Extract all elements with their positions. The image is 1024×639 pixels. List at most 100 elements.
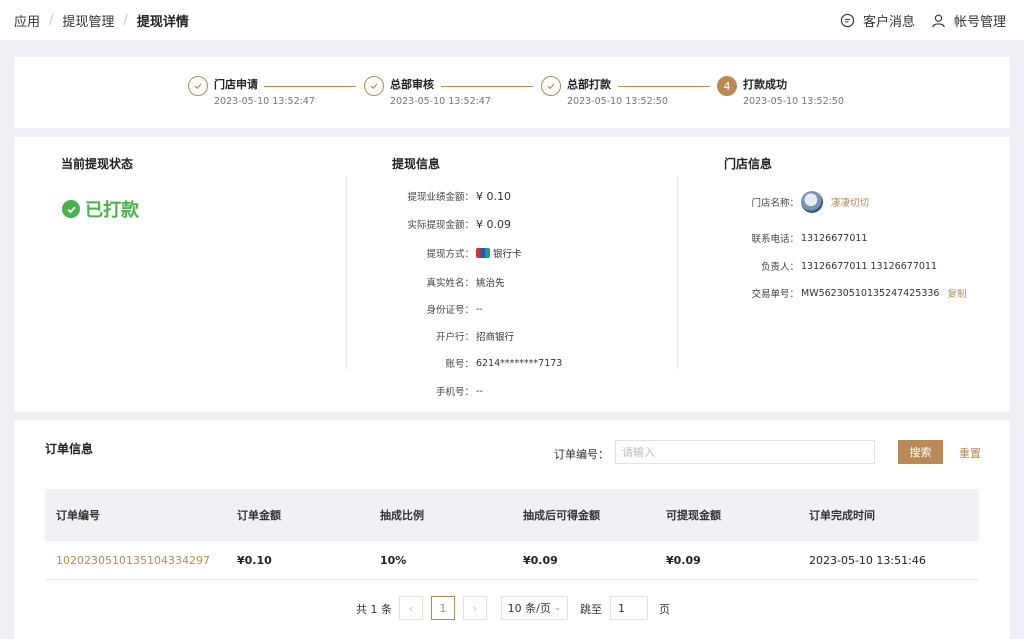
field-value: --: [476, 385, 483, 397]
step-time: 2023-05-10 13:52:47: [390, 96, 491, 107]
search-button[interactable]: 搜索: [898, 440, 943, 464]
chevron-left-icon: ‹: [408, 601, 414, 615]
withdraw-info-row: 账号： 6214********7173: [384, 356, 563, 371]
withdraw-info-row: 实际提现金额： ¥ 0.09: [384, 217, 511, 232]
orders-table: 订单编号 订单金额 抽成比例 抽成后可得金额 可提现金额 订单完成时间 1020…: [45, 489, 979, 580]
step-time: 2023-05-10 13:52:47: [214, 96, 315, 107]
breadcrumb-separator: /: [49, 12, 54, 28]
step-title: 打款成功: [743, 78, 787, 91]
page-1-button[interactable]: 1: [431, 596, 455, 620]
success-check-icon: [62, 200, 80, 218]
order-number-link[interactable]: 102023051013510433429​7: [56, 554, 210, 567]
field-label: 提现方式：: [426, 249, 474, 260]
page-size-select[interactable]: 10 条/页 ⌄: [501, 596, 568, 620]
unionpay-icon: [476, 248, 490, 258]
next-page-button[interactable]: ›: [463, 596, 487, 620]
column-header: 订单编号: [56, 509, 100, 522]
step-connector: [264, 86, 356, 87]
account-management-button[interactable]: 帐号管理: [931, 11, 1006, 30]
step-payment-success: 4 打款成功 2023-05-10 13:52:50: [717, 76, 844, 109]
status-section-title: 当前提现状态: [61, 157, 134, 171]
prev-page-button[interactable]: ‹: [399, 596, 423, 620]
page-size-value: 10 条/页: [507, 602, 551, 615]
breadcrumb-item-apps[interactable]: 应用: [14, 11, 40, 30]
table-row: 102023051013510433429​7 ¥0.10 10% ¥0.09 …: [45, 541, 979, 580]
column-divider: [346, 177, 347, 370]
store-info-row: 联系电话： 13126677011: [724, 231, 867, 246]
store-avatar: [801, 191, 823, 213]
step-connector: [618, 86, 710, 87]
orders-title: 订单信息: [45, 442, 94, 456]
column-header: 订单金额: [237, 509, 281, 522]
step-hq-review: 总部审核 2023-05-10 13:52:47: [364, 76, 491, 109]
pagination: 共 1 条 ‹ 1 › 10 条/页 ⌄ 跳至 1 页: [14, 596, 1010, 620]
order-number-input[interactable]: [615, 440, 875, 464]
order-number-label: 订单编号：: [554, 448, 609, 461]
jump-page-input[interactable]: 1: [610, 596, 648, 620]
field-label: 门店名称：: [751, 198, 799, 209]
check-icon: [541, 76, 561, 96]
field-value: 银行卡: [493, 249, 522, 260]
store-info-row: 交易单号： MW562305101352474253​36 复制: [724, 286, 966, 301]
column-header: 订单完成时间: [809, 509, 875, 522]
withdraw-info-row: 开户行： 招商银行: [384, 329, 514, 343]
field-label: 提现业绩金额：: [407, 192, 474, 203]
chevron-down-icon: ⌄: [553, 603, 562, 613]
field-value: ¥ 0.09: [476, 217, 511, 231]
chevron-right-icon: ›: [472, 601, 478, 615]
jump-label: 跳至: [580, 603, 602, 616]
step-title: 总部审核: [390, 78, 434, 91]
table-header: 订单编号 订单金额 抽成比例 抽成后可得金额 可提现金额 订单完成时间: [45, 489, 979, 541]
field-value: 姚治先: [476, 278, 505, 289]
column-divider: [677, 177, 678, 370]
column-header: 抽成后可得金额: [523, 509, 600, 522]
store-name-link[interactable]: 凄凄切切: [831, 195, 869, 209]
status-badge: 已打款: [62, 196, 139, 222]
breadcrumb: 应用 / 提现管理 / 提现详情: [14, 11, 189, 30]
field-label: 负责人：: [760, 262, 799, 273]
field-value: 招商银行: [476, 332, 515, 343]
withdraw-info-row: 身份证号： --: [384, 302, 483, 317]
field-label: 实际提现金额：: [407, 220, 474, 231]
field-value: 6214********7173: [476, 357, 563, 369]
net-amount: ¥0.09: [523, 553, 558, 567]
step-store-apply: 门店申请 2023-05-10 13:52:47: [188, 76, 315, 109]
check-icon: [364, 76, 384, 96]
progress-steps: 门店申请 2023-05-10 13:52:47 总部审核 2023-05-10 1…: [14, 57, 1010, 128]
withdraw-info-row: 提现方式： 银行卡: [384, 246, 522, 260]
step-connector: [441, 86, 533, 87]
breadcrumb-item-withdraw-mgmt[interactable]: 提现管理: [62, 11, 114, 30]
reset-button[interactable]: 重置: [959, 445, 981, 461]
customer-messages-button[interactable]: 客户消息: [840, 11, 915, 30]
field-label: 联系电话：: [751, 234, 799, 245]
commission-rate: 10%: [380, 553, 407, 567]
store-info-row: 门店名称： 凄凄切切: [724, 191, 869, 213]
total-count: 共 1 条: [356, 603, 392, 616]
withdrawable-amount: ¥0.09: [666, 553, 701, 567]
store-info-title: 门店信息: [724, 157, 773, 171]
field-value: 13126677011 13126677011: [801, 260, 937, 272]
step-title: 门店申请: [214, 78, 258, 91]
step-time: 2023-05-10 13:52:50: [743, 96, 844, 107]
header-actions: 客户消息 帐号管理: [824, 11, 1006, 30]
order-amount: ¥0.10: [237, 553, 272, 567]
step-time: 2023-05-10 13:52:50: [567, 96, 668, 107]
field-label: 真实姓名：: [426, 278, 474, 289]
field-label: 身份证号：: [426, 305, 474, 316]
withdraw-info-title: 提现信息: [392, 157, 441, 171]
field-label: 账号：: [445, 359, 474, 370]
step-hq-payment: 总部打款 2023-05-10 13:52:50: [541, 76, 668, 109]
check-icon: [188, 76, 208, 96]
column-header: 抽成比例: [380, 509, 424, 522]
field-value: MW562305101352474253​36: [801, 287, 940, 299]
field-value: --: [476, 303, 483, 315]
withdraw-info-row: 手机号： --: [384, 384, 483, 399]
field-value: ¥ 0.10: [476, 189, 511, 203]
field-label: 手机号：: [435, 387, 474, 398]
step-number-badge: 4: [717, 76, 737, 96]
account-management-label: 帐号管理: [953, 14, 1006, 30]
breadcrumb-current: 提现详情: [136, 14, 189, 30]
info-panel: 当前提现状态 已打款 提现信息 提现业绩金额： ¥ 0.10 实际提现金额： ¥ 0…: [14, 137, 1010, 412]
user-icon: [932, 14, 945, 27]
copy-button[interactable]: 复制: [947, 286, 966, 300]
